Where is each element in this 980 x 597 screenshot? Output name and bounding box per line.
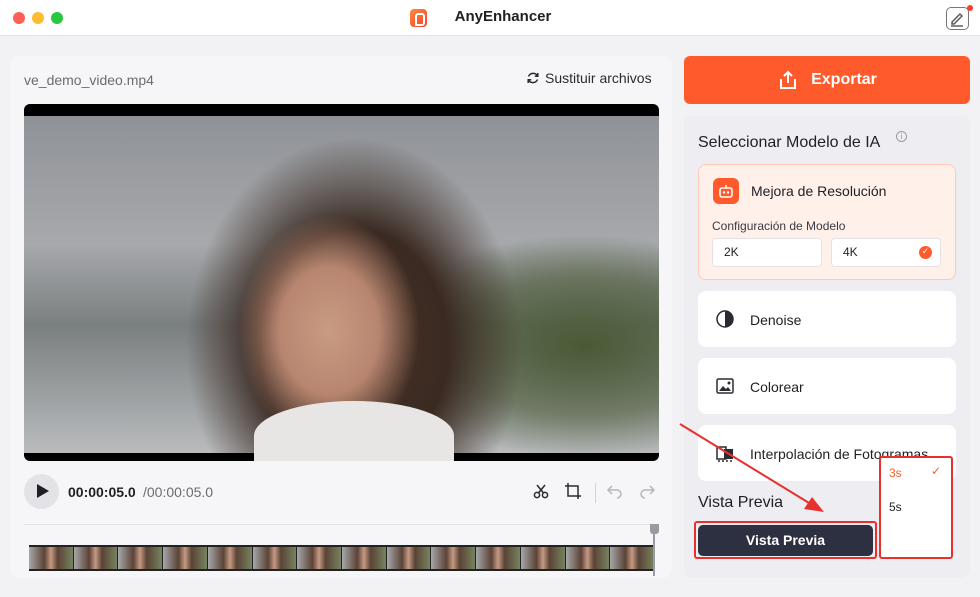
playhead-handle[interactable] [650,524,659,534]
edit-icon [951,13,963,27]
duration-option-3s[interactable]: 3s [889,466,902,480]
notification-dot [967,5,973,11]
player-controls: 00:00:05.0 /00:00:05.0 [24,474,659,510]
file-name: ve_demo_video.mp4 [24,72,154,88]
replace-files-button[interactable]: Sustituir archivos [526,70,652,86]
info-icon[interactable]: i [896,131,907,142]
play-button[interactable] [24,474,59,509]
crop-icon[interactable] [562,482,584,504]
timeline-track [24,524,659,525]
current-time: 00:00:05.0 [68,484,136,500]
filmstrip-thumbnail [431,547,476,569]
filmstrip-thumbnail [207,547,252,569]
preview-button[interactable]: Vista Previa [698,525,873,556]
model-card-colorize[interactable]: Colorear [698,358,956,414]
filmstrip-thumbnail [520,547,565,569]
filmstrip-thumbnail [163,547,207,569]
filmstrip-thumbnail [118,547,163,569]
refresh-icon [527,72,539,84]
timeline-filmstrip[interactable] [29,545,655,571]
model-label-colorize: Colorear [750,379,804,395]
model-card-denoise[interactable]: Denoise [698,291,956,347]
title-bar: AnyEnhancer [0,0,980,36]
video-frame-image [24,116,659,461]
total-time: /00:00:05.0 [143,484,214,500]
export-upload-icon [780,70,797,89]
filmstrip-thumbnail [476,547,520,569]
duration-option-5s[interactable]: 5s [889,500,902,514]
model-config-label: Configuración de Modelo [712,219,846,233]
filmstrip-thumbnail [610,547,655,569]
undo-icon[interactable] [604,482,626,504]
selected-check-icon: ✓ [919,246,932,259]
denoise-icon [712,306,738,332]
filmstrip-thumbnail [29,547,73,569]
filmstrip-thumbnail [252,547,297,569]
video-frame-detail [254,401,454,461]
resolution-option-2k[interactable]: 2K [712,238,822,267]
filmstrip-thumbnail [73,547,118,569]
interpolation-icon [712,440,738,466]
model-label-super-resolution: Mejora de Resolución [751,183,887,199]
check-icon: ✓ [931,464,942,478]
robot-icon [713,178,739,204]
filmstrip-thumbnail [386,547,431,569]
filmstrip-thumbnail [565,547,610,569]
replace-files-label: Sustituir archivos [545,70,652,86]
resolution-4k-label: 4K [843,245,858,259]
filmstrip-thumbnail [297,547,342,569]
model-label-denoise: Denoise [750,312,802,328]
preview-duration-dropdown: 3s ✓ 5s [879,456,953,559]
feedback-button[interactable] [946,7,969,30]
export-button[interactable]: Exportar [684,56,970,104]
toolbar-divider [595,483,596,503]
preview-section-title: Vista Previa [698,494,784,511]
redo-icon[interactable] [636,482,658,504]
video-preview[interactable] [24,104,659,461]
resolution-2k-label: 2K [724,245,739,259]
ai-model-section-title: Seleccionar Modelo de IA [698,134,881,151]
export-label: Exportar [811,71,877,88]
trim-scissors-icon[interactable] [530,482,552,504]
colorize-icon [712,373,738,399]
app-title: AnyEnhancer [454,8,552,25]
filmstrip-thumbnail [342,547,386,569]
resolution-option-4k[interactable]: 4K ✓ [831,238,941,267]
